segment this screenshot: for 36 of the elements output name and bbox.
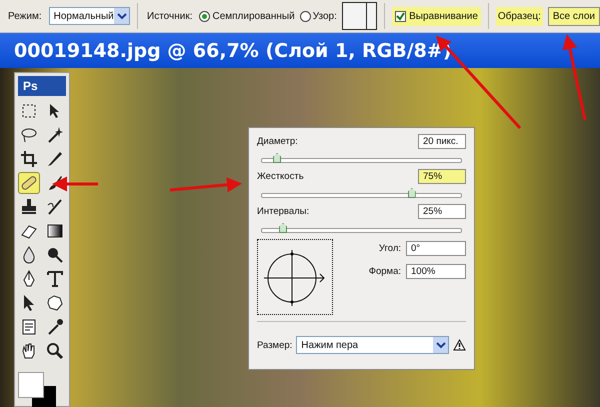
sample-select[interactable]: Все слои: [548, 6, 600, 26]
slider-label: Интервалы:: [257, 206, 310, 217]
value-field[interactable]: 25%: [418, 204, 466, 219]
slider[interactable]: [261, 152, 462, 163]
slider-thumb[interactable]: [279, 223, 288, 233]
brush-tip-preview[interactable]: [257, 239, 333, 315]
roundness-label: Форма:: [368, 266, 401, 277]
warning-icon: [453, 339, 466, 351]
value-field[interactable]: 20 пикс.: [418, 134, 466, 149]
source-label: Источник:: [146, 10, 194, 24]
source-radio[interactable]: Семплированный: [199, 10, 295, 22]
sample-label: Образец:: [496, 6, 543, 26]
bandage-icon[interactable]: [18, 172, 40, 194]
slider-thumb[interactable]: [408, 188, 416, 198]
value-field[interactable]: 75%: [418, 169, 466, 184]
source-radio[interactable]: Узор:: [300, 10, 337, 22]
mode-select[interactable]: Нормальный: [48, 7, 130, 25]
slider[interactable]: [261, 187, 462, 198]
slider-label: Диаметр:: [257, 136, 298, 147]
document-title: 00019148.jpg @ 66,7% (Слой 1, RGB/8#): [14, 40, 452, 62]
size-select[interactable]: Нажим пера: [296, 336, 450, 354]
angle-label: Угол:: [378, 243, 401, 254]
aligned-checkbox[interactable]: Выравнивание: [392, 6, 481, 26]
slider-label: Жесткость: [257, 171, 304, 182]
annotation-arrow: [52, 176, 98, 192]
slider-thumb[interactable]: [273, 153, 282, 163]
mode-label: Режим:: [7, 10, 43, 24]
angle-field[interactable]: 0°: [406, 241, 466, 256]
slider[interactable]: [261, 222, 462, 233]
crop-icon[interactable]: [18, 148, 40, 170]
type-icon[interactable]: [44, 268, 66, 290]
zoom-icon[interactable]: [44, 340, 66, 362]
app-logo: Ps: [18, 76, 66, 96]
pattern-picker[interactable]: [342, 2, 378, 30]
roundness-field[interactable]: 100%: [406, 264, 466, 279]
size-label: Размер:: [257, 340, 292, 350]
